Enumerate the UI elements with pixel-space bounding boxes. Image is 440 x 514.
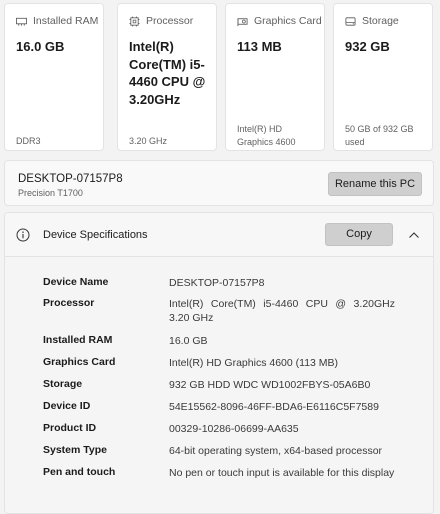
spec-row-graphics-card: Graphics Card Intel(R) HD Graphics 4600 … [43,356,429,370]
card-header: Installed RAM [16,15,98,27]
spec-value: Intel(R) HD Graphics 4600 (113 MB) [169,357,339,369]
spec-value: 64-bit operating system, x64-based proce… [169,445,383,457]
card-title: Processor [146,15,194,27]
card-installed-ram: Installed RAM 16.0 GB DDR3 [4,3,104,151]
pc-model: Precision T1700 [18,188,83,198]
spec-value: 54E15562-8096-46FF-BDA6-E6116C5F7589 [169,401,379,413]
card-subtext: 50 GB of 932 GB used [345,124,414,147]
spec-label: Storage [43,378,83,390]
card-processor: Processor Intel(R) Core(TM) i5-4460 CPU … [117,3,217,151]
summary-cards: Installed RAM 16.0 GB DDR3 Processor Int… [4,3,437,153]
pc-name: DESKTOP-07157P8 [18,173,123,185]
spec-row-product-id: Product ID 00329-10286-06699-AA635 [43,422,429,436]
card-header: Storage [345,15,399,27]
processor-icon [129,15,140,27]
card-value: 932 GB [345,39,390,54]
card-header: Processor [129,15,193,27]
card-value: 16.0 GB [16,39,65,54]
spec-row-processor: Processor Intel(R) Core(TM) i5-4460 CPU … [43,297,429,325]
spec-label: System Type [43,444,107,456]
graphics-card-icon [237,17,248,26]
spec-label: Device Name [43,276,109,288]
chevron-up-icon[interactable] [407,228,421,242]
card-subtext: 3.20 GHz [129,136,168,146]
card-title: Storage [362,15,399,27]
card-subtext: Intel(R) HD Graphics 4600 [237,124,296,147]
spec-value: 932 GB HDD WDC WD1002FBYS-05A6B0 [169,379,371,391]
info-icon [16,228,30,242]
pc-name-panel: DESKTOP-07157P8 Precision T1700 Rename t… [4,160,434,206]
spec-row-installed-ram: Installed RAM 16.0 GB [43,334,429,348]
card-title: Graphics Card [254,15,322,27]
device-specifications-header[interactable]: Device Specifications Copy [5,213,433,257]
card-title: Installed RAM [33,15,99,27]
spec-value: No pen or touch input is available for t… [169,467,395,479]
device-specifications-title: Device Specifications [43,229,148,241]
storage-icon [345,16,356,26]
device-specifications-panel: Device Specifications Copy Device Name D… [4,212,434,514]
spec-label: Device ID [43,400,91,412]
card-storage: Storage 932 GB 50 GB of 932 GB used [333,3,433,151]
spec-row-device-id: Device ID 54E15562-8096-46FF-BDA6-E6116C… [43,400,429,414]
spec-row-storage: Storage 932 GB HDD WDC WD1002FBYS-05A6B0 [43,378,429,392]
spec-label: Graphics Card [43,356,116,368]
memory-icon [16,17,27,26]
spec-row-pen-and-touch: Pen and touch No pen or touch input is a… [43,466,429,480]
spec-row-device-name: Device Name DESKTOP-07157P8 [43,276,429,290]
spec-row-system-type: System Type 64-bit operating system, x64… [43,444,429,458]
spec-value: 16.0 GB [169,335,208,347]
rename-pc-button[interactable]: Rename this PC [328,172,422,196]
spec-value: DESKTOP-07157P8 [169,277,265,289]
spec-value: Intel(R) Core(TM) i5-4460 CPU @ 3.20GHz … [169,298,395,324]
spec-label: Product ID [43,422,97,434]
spec-label: Pen and touch [43,466,116,478]
spec-value: 00329-10286-06699-AA635 [169,423,299,435]
card-subtext: DDR3 [16,136,41,146]
spec-label: Processor [43,297,95,309]
copy-button[interactable]: Copy [325,223,393,246]
card-header: Graphics Card [237,15,322,27]
card-value: Intel(R) Core(TM) i5-4460 CPU @ 3.20GHz [129,39,206,107]
card-graphics-card: Graphics Card 113 MB Intel(R) HD Graphic… [225,3,325,151]
card-value: 113 MB [237,39,282,54]
spec-label: Installed RAM [43,334,113,346]
